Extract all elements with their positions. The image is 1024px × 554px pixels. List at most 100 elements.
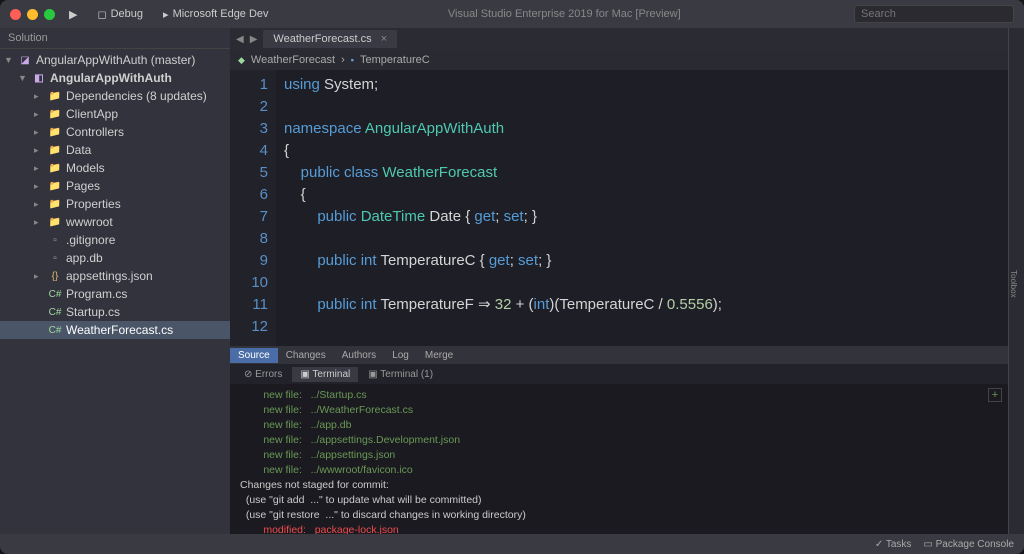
terminal-line: new file: ../wwwroot/favicon.ico — [240, 463, 998, 478]
tree-label: .gitignore — [66, 233, 115, 247]
tree-label: WeatherForecast.cs — [66, 323, 173, 337]
source-tab-changes[interactable]: Changes — [278, 348, 334, 363]
app-window: ▶ ◻ Debug ▸ Microsoft Edge Dev Visual St… — [0, 0, 1024, 554]
code-editor[interactable]: 123456789101112 using System; namespace … — [230, 70, 1008, 346]
terminal-line: new file: ../app.db — [240, 418, 998, 433]
solution-icon: ◪ — [18, 53, 32, 67]
tree-label: Startup.cs — [66, 305, 120, 319]
main-body: Solution ▼ ◪ AngularAppWithAuth (master)… — [0, 28, 1024, 534]
code-content[interactable]: using System; namespace AngularAppWithAu… — [276, 70, 1008, 346]
tree-item-startup-cs[interactable]: C#Startup.cs — [0, 303, 230, 321]
folder-icon: 📁 — [48, 89, 62, 103]
line-gutter: 123456789101112 — [230, 70, 276, 346]
tree-item-appsettings-json[interactable]: ▸{}appsettings.json — [0, 267, 230, 285]
breadcrumb-file: WeatherForecast — [251, 54, 335, 66]
tree-item-properties[interactable]: ▸📁Properties — [0, 195, 230, 213]
maximize-icon[interactable] — [44, 9, 55, 20]
tree-item-clientapp[interactable]: ▸ 📁 ClientApp — [0, 105, 230, 123]
project-icon: ◧ — [32, 71, 46, 85]
tree-label: appsettings.json — [66, 269, 153, 283]
sidebar-header: Solution — [0, 28, 230, 49]
terminal-line: new file: ../Startup.cs — [240, 388, 998, 403]
solution-sidebar: Solution ▼ ◪ AngularAppWithAuth (master)… — [0, 28, 230, 534]
breadcrumb-separator: › — [341, 54, 345, 66]
folder-icon: 📁 — [48, 107, 62, 121]
terminal-panel[interactable]: + new file: ../Startup.cs new file: ../W… — [230, 384, 1008, 534]
tasks-button[interactable]: ✓ Tasks — [875, 539, 912, 550]
field-icon: ▪ — [351, 55, 354, 65]
breadcrumb[interactable]: ◆ WeatherForecast › ▪ TemperatureC — [230, 50, 1008, 70]
device-selector[interactable]: ▸ Microsoft Edge Dev — [157, 6, 275, 23]
tree-item-program-cs[interactable]: C#Program.cs — [0, 285, 230, 303]
terminal-line: (use "git add ..." to update what will b… — [240, 493, 998, 508]
tree-label: Models — [66, 161, 105, 175]
folder-icon: 📁 — [48, 215, 62, 229]
tab-back-icon[interactable]: ◀ — [236, 34, 244, 45]
tree-label: Data — [66, 143, 91, 157]
tree-label: Program.cs — [66, 287, 127, 301]
package-console-button[interactable]: ▭ Package Console — [923, 539, 1014, 550]
tree-item--gitignore[interactable]: ▫.gitignore — [0, 231, 230, 249]
json-icon: {} — [48, 269, 62, 283]
editor-tabs: ◀ ▶ WeatherForecast.cs × — [230, 28, 1008, 50]
editor-area: ◀ ▶ WeatherForecast.cs × ◆ WeatherForeca… — [230, 28, 1008, 534]
run-button[interactable]: ▶ — [63, 6, 83, 23]
new-terminal-button[interactable]: + — [988, 388, 1002, 402]
titlebar: ▶ ◻ Debug ▸ Microsoft Edge Dev Visual St… — [0, 0, 1024, 28]
folder-icon: 📁 — [48, 197, 62, 211]
source-control-tabs: SourceChangesAuthorsLogMerge — [230, 346, 1008, 364]
bottom-panel-tabs: ⊘ Errors▣ Terminal▣ Terminal (1) — [230, 364, 1008, 384]
solution-tree[interactable]: ▼ ◪ AngularAppWithAuth (master) ▼ ◧ Angu… — [0, 49, 230, 534]
config-selector[interactable]: ◻ Debug — [91, 6, 149, 23]
tree-item-pages[interactable]: ▸📁Pages — [0, 177, 230, 195]
tree-item-controllers[interactable]: ▸📁Controllers — [0, 123, 230, 141]
solution-root[interactable]: ▼ ◪ AngularAppWithAuth (master) — [0, 51, 230, 69]
cs-icon: C# — [48, 323, 62, 337]
editor-tab-active[interactable]: WeatherForecast.cs × — [263, 30, 397, 48]
solution-label: AngularAppWithAuth (master) — [36, 53, 195, 67]
status-bar: ✓ Tasks ▭ Package Console — [0, 534, 1024, 554]
minimize-icon[interactable] — [27, 9, 38, 20]
tab-fwd-icon[interactable]: ▶ — [250, 34, 258, 45]
source-tab-source[interactable]: Source — [230, 348, 278, 363]
file-icon: ▫ — [48, 251, 62, 265]
close-icon[interactable] — [10, 9, 21, 20]
tree-label: Properties — [66, 197, 121, 211]
terminal-line: new file: ../appsettings.Development.jso… — [240, 433, 998, 448]
folder-icon: 📁 — [48, 143, 62, 157]
source-tab-log[interactable]: Log — [384, 348, 417, 363]
project-label: AngularAppWithAuth — [50, 71, 172, 85]
chevron-down-icon: ▼ — [4, 55, 14, 65]
search-input[interactable] — [854, 5, 1014, 23]
tree-item-wwwroot[interactable]: ▸📁wwwroot — [0, 213, 230, 231]
tree-label: ClientApp — [66, 107, 118, 121]
chevron-down-icon: ▼ — [18, 73, 28, 83]
tree-item-dependencies--8-updates-[interactable]: ▸ 📁 Dependencies (8 updates) — [0, 87, 230, 105]
folder-icon: 📁 — [48, 161, 62, 175]
tree-item-data[interactable]: ▸ 📁 Data — [0, 141, 230, 159]
panel-tab-terminal--1-[interactable]: ▣ Terminal (1) — [360, 367, 441, 382]
tree-label: app.db — [66, 251, 103, 265]
tree-label: Pages — [66, 179, 100, 193]
chevron-icon: ▸ — [34, 145, 44, 156]
chevron-icon: ▸ — [34, 163, 44, 174]
window-controls — [10, 9, 55, 20]
chevron-icon: ▸ — [34, 91, 44, 102]
panel-tab-terminal[interactable]: ▣ Terminal — [292, 367, 358, 382]
chevron-icon: ▸ — [34, 109, 44, 120]
source-tab-merge[interactable]: Merge — [417, 348, 461, 363]
project-root[interactable]: ▼ ◧ AngularAppWithAuth — [0, 69, 230, 87]
class-icon: ◆ — [238, 55, 245, 66]
close-tab-icon[interactable]: × — [381, 33, 387, 45]
panel-tab-errors[interactable]: ⊘ Errors — [236, 367, 290, 382]
tree-item-models[interactable]: ▸ 📁 Models — [0, 159, 230, 177]
tree-item-app-db[interactable]: ▫ app.db — [0, 249, 230, 267]
right-panel-toolbox[interactable]: Toolbox — [1009, 270, 1018, 298]
tree-label: Dependencies (8 updates) — [66, 89, 207, 103]
terminal-line: modified: package-lock.json — [240, 523, 998, 534]
breadcrumb-member: TemperatureC — [360, 54, 430, 66]
tree-label: wwwroot — [66, 215, 113, 229]
source-tab-authors[interactable]: Authors — [334, 348, 384, 363]
tree-item-weatherforecast-cs[interactable]: C# WeatherForecast.cs — [0, 321, 230, 339]
tree-label: Controllers — [66, 125, 124, 139]
